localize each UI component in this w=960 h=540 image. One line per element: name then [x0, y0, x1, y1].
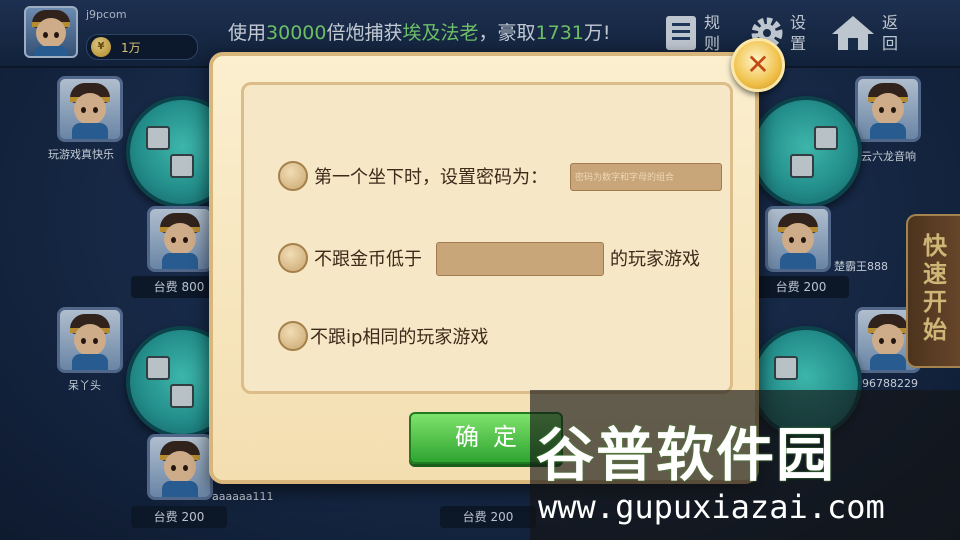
option-min-coins-prefix: 不跟金币低于	[314, 249, 422, 270]
watermark: 谷普软件园 www.gupuxiazai.com	[530, 390, 960, 540]
min-coins-input[interactable]	[436, 242, 604, 276]
dialog-content-panel: 第一个坐下时，设置密码为： 密码为数字和字母的组合 不跟金币低于 的玩家游戏 不…	[241, 82, 733, 394]
option-same-ip-label: 不跟ip相同的玩家游戏	[310, 327, 489, 348]
password-input[interactable]: 密码为数字和字母的组合	[570, 163, 722, 191]
watermark-logo-text: 谷普软件园	[536, 421, 837, 489]
close-icon: ✕	[746, 48, 770, 81]
option-same-ip-row[interactable]: 不跟ip相同的玩家游戏	[278, 319, 728, 353]
option-password-label: 第一个坐下时，设置密码为：	[314, 167, 548, 188]
watermark-url: www.gupuxiazai.com	[538, 488, 885, 526]
close-button[interactable]: ✕	[731, 38, 785, 92]
option-min-coins-row[interactable]: 不跟金币低于 的玩家游戏	[278, 241, 728, 276]
radio-icon[interactable]	[278, 321, 308, 351]
radio-icon[interactable]	[278, 243, 308, 273]
radio-icon[interactable]	[278, 161, 308, 191]
option-min-coins-suffix: 的玩家游戏	[610, 249, 700, 270]
option-password-row[interactable]: 第一个坐下时，设置密码为： 密码为数字和字母的组合	[278, 159, 728, 193]
